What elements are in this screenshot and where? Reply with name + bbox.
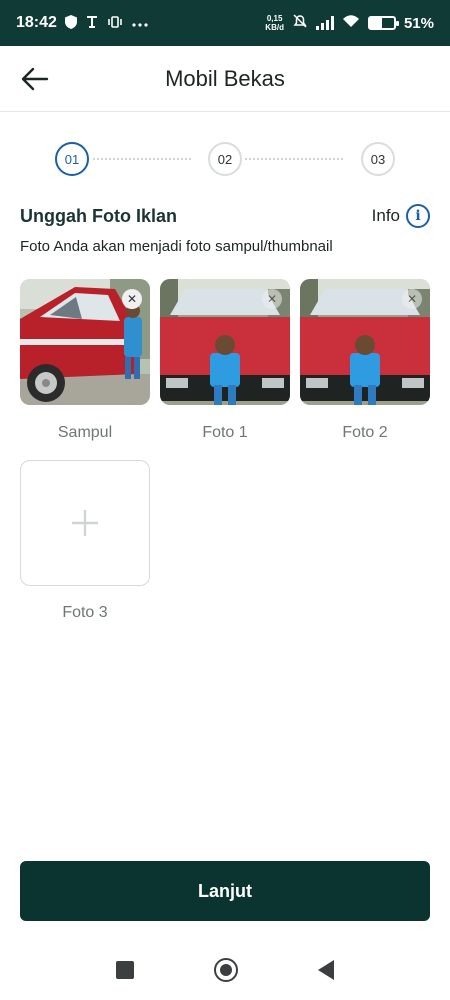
photo-thumbnail[interactable]: ✕ [160, 279, 290, 405]
info-icon: i [406, 204, 430, 228]
photo-label: Sampul [57, 424, 113, 441]
photo-thumbnail[interactable]: ✕ [300, 279, 430, 405]
remove-photo-button[interactable]: ✕ [262, 289, 282, 309]
recent-apps-icon[interactable] [116, 961, 134, 979]
mute-bell-icon [292, 13, 308, 33]
battery-percentage: 51% [403, 14, 434, 32]
battery-icon [367, 16, 399, 30]
section-title: Unggah Foto Iklan [20, 206, 177, 226]
vibrate-icon [107, 15, 123, 31]
plus-icon [72, 510, 98, 536]
remove-photo-button[interactable]: ✕ [402, 289, 422, 309]
add-photo-button[interactable] [20, 460, 150, 586]
step-connector [93, 158, 191, 160]
progress-stepper: 01 02 03 [55, 142, 395, 176]
step-3: 03 [361, 142, 395, 176]
close-icon: ✕ [266, 292, 278, 306]
close-icon: ✕ [126, 292, 138, 306]
page-title: Mobil Bekas [165, 65, 285, 91]
status-bar: 18:42 0,15 KB/d 51% [0, 0, 450, 46]
photo-cover-thumbnail[interactable]: ✕ [20, 279, 150, 405]
shield-icon [64, 14, 77, 32]
wifi-icon [342, 14, 360, 32]
signal-icon [315, 16, 334, 30]
section-subtitle: Foto Anda akan menjadi foto sampul/thumb… [20, 238, 333, 255]
arrow-left-icon [21, 67, 49, 91]
network-speed: 0,15 KB/d [265, 14, 284, 32]
next-button[interactable]: Lanjut [20, 861, 430, 921]
photo-label: Foto 1 [202, 424, 248, 441]
status-time: 18:42 [16, 14, 57, 31]
remove-photo-button[interactable]: ✕ [122, 289, 142, 309]
nfc-icon [85, 15, 99, 32]
photo-label: Foto 2 [342, 424, 388, 441]
more-dots-icon [131, 16, 149, 31]
back-button[interactable] [20, 64, 50, 94]
close-icon: ✕ [406, 292, 418, 306]
nav-back-icon[interactable] [318, 960, 334, 980]
system-nav-bar [0, 940, 450, 1000]
step-1: 01 [55, 142, 89, 176]
info-label: Info [371, 206, 400, 225]
info-button[interactable]: Info i [372, 204, 430, 228]
step-connector [245, 158, 343, 160]
step-2: 02 [208, 142, 242, 176]
app-header: Mobil Bekas [0, 46, 450, 112]
add-photo-label: Foto 3 [62, 604, 108, 621]
home-icon[interactable] [214, 958, 238, 982]
